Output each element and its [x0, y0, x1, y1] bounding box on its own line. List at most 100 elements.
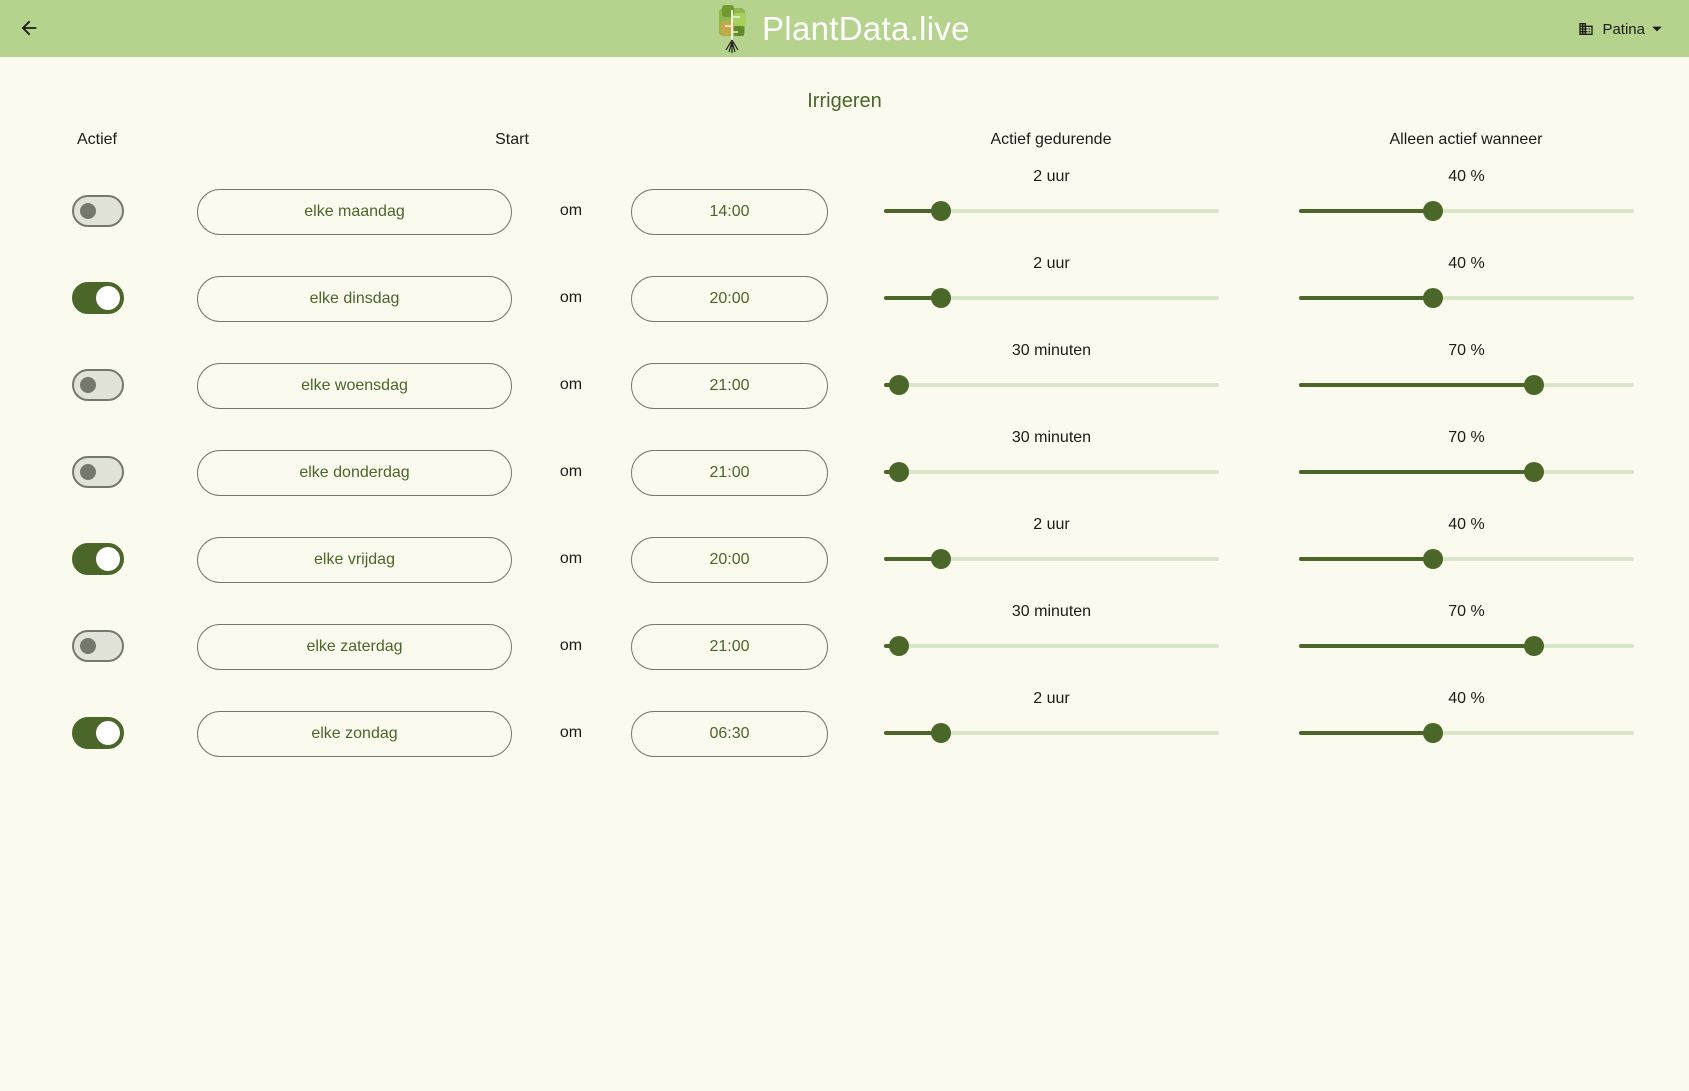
duration-track [884, 470, 1219, 474]
condition-fill [1299, 470, 1534, 474]
duration-slider[interactable]: 2 uur [884, 168, 1219, 242]
duration-value: 2 uur [1033, 690, 1070, 707]
schedule-row: elke zondag om 06:30 2 uur 40 % [0, 690, 1689, 764]
duration-thumb[interactable] [930, 201, 951, 221]
condition-track [1299, 383, 1634, 387]
toggle-knob [80, 203, 96, 219]
condition-slider[interactable]: 40 % [1299, 516, 1634, 590]
duration-value: 2 uur [1033, 516, 1070, 533]
schedule-row: elke vrijdag om 20:00 2 uur 40 % [0, 516, 1689, 590]
condition-fill [1299, 209, 1433, 213]
condition-slider[interactable]: 40 % [1299, 690, 1634, 764]
day-select-button[interactable]: elke maandag [197, 189, 512, 235]
active-toggle[interactable] [72, 369, 124, 401]
condition-value: 70 % [1448, 429, 1485, 446]
duration-thumb[interactable] [889, 462, 910, 482]
plant-logo-icon [719, 5, 746, 53]
duration-thumb[interactable] [889, 375, 910, 395]
schedule-row: elke donderdag om 21:00 30 minuten 70 % [0, 429, 1689, 503]
time-select-button[interactable]: 21:00 [631, 624, 828, 670]
duration-slider[interactable]: 2 uur [884, 255, 1219, 329]
toggle-knob [80, 638, 96, 654]
duration-slider[interactable]: 30 minuten [884, 603, 1219, 677]
duration-slider[interactable]: 30 minuten [884, 429, 1219, 503]
condition-value: 40 % [1448, 690, 1485, 707]
time-select-button[interactable]: 20:00 [631, 276, 828, 322]
duration-thumb[interactable] [889, 636, 910, 656]
toggle-knob [96, 286, 120, 310]
condition-track [1299, 209, 1634, 213]
column-header-condition: Alleen actief wanneer [1389, 131, 1543, 148]
day-select-button[interactable]: elke donderdag [197, 450, 512, 496]
condition-value: 40 % [1448, 255, 1485, 272]
duration-value: 2 uur [1033, 255, 1070, 272]
arrow-back-icon [21, 20, 37, 36]
time-select-button[interactable]: 21:00 [631, 450, 828, 496]
condition-slider[interactable]: 70 % [1299, 603, 1634, 677]
schedule-row: elke woensdag om 21:00 30 minuten 70 % [0, 342, 1689, 416]
back-button[interactable] [10, 9, 48, 47]
day-select-button[interactable]: elke zaterdag [197, 624, 512, 670]
condition-thumb[interactable] [1423, 723, 1443, 743]
condition-slider[interactable]: 70 % [1299, 342, 1634, 416]
duration-slider[interactable]: 30 minuten [884, 342, 1219, 416]
at-label: om [559, 202, 583, 219]
duration-value: 30 minuten [1011, 603, 1092, 620]
active-toggle[interactable] [72, 456, 124, 488]
column-header-start: Start [495, 131, 529, 148]
duration-thumb[interactable] [930, 288, 951, 308]
active-toggle[interactable] [72, 630, 124, 662]
day-select-button[interactable]: elke vrijdag [197, 537, 512, 583]
duration-slider[interactable]: 2 uur [884, 690, 1219, 764]
duration-value: 30 minuten [1011, 342, 1092, 359]
app-title: PlantData.live [762, 10, 970, 47]
condition-value: 70 % [1448, 342, 1485, 359]
condition-thumb[interactable] [1523, 375, 1544, 395]
active-toggle[interactable] [72, 717, 124, 749]
condition-thumb[interactable] [1423, 549, 1443, 569]
condition-value: 70 % [1448, 603, 1485, 620]
time-select-button[interactable]: 06:30 [631, 711, 828, 757]
condition-slider[interactable]: 40 % [1299, 168, 1634, 242]
active-toggle[interactable] [72, 543, 124, 575]
condition-fill [1299, 383, 1534, 387]
column-header-duration: Actief gedurende [990, 131, 1112, 148]
building-icon [1579, 23, 1594, 35]
condition-thumb[interactable] [1423, 288, 1443, 308]
day-select-button[interactable]: elke zondag [197, 711, 512, 757]
condition-thumb[interactable] [1423, 201, 1443, 221]
active-toggle[interactable] [72, 195, 124, 227]
condition-thumb[interactable] [1523, 636, 1544, 656]
active-toggle[interactable] [72, 282, 124, 314]
at-label: om [559, 637, 583, 654]
condition-fill [1299, 731, 1433, 735]
duration-value: 2 uur [1033, 168, 1070, 185]
toggle-knob [80, 464, 96, 480]
condition-slider[interactable]: 40 % [1299, 255, 1634, 329]
condition-slider[interactable]: 70 % [1299, 429, 1634, 503]
page-title: Irrigeren [807, 90, 882, 112]
duration-value: 30 minuten [1011, 429, 1092, 446]
duration-track [884, 383, 1219, 387]
at-label: om [559, 463, 583, 480]
duration-thumb[interactable] [930, 549, 951, 569]
condition-thumb[interactable] [1523, 462, 1544, 482]
time-select-button[interactable]: 14:00 [631, 189, 828, 235]
day-select-button[interactable]: elke woensdag [197, 363, 512, 409]
toggle-knob [96, 547, 120, 571]
schedule-row: elke zaterdag om 21:00 30 minuten 70 % [0, 603, 1689, 677]
condition-track [1299, 731, 1634, 735]
condition-fill [1299, 557, 1433, 561]
day-select-button[interactable]: elke dinsdag [197, 276, 512, 322]
time-select-button[interactable]: 20:00 [631, 537, 828, 583]
location-selector[interactable]: Patina [1578, 16, 1663, 42]
at-label: om [559, 550, 583, 567]
schedule-row: elke maandag om 14:00 2 uur 40 % [0, 168, 1689, 242]
duration-thumb[interactable] [930, 723, 951, 743]
schedule-row: elke dinsdag om 20:00 2 uur 40 % [0, 255, 1689, 329]
caret-down-icon [1652, 26, 1662, 32]
time-select-button[interactable]: 21:00 [631, 363, 828, 409]
duration-track [884, 644, 1219, 648]
duration-slider[interactable]: 2 uur [884, 516, 1219, 590]
toggle-knob [96, 721, 120, 745]
